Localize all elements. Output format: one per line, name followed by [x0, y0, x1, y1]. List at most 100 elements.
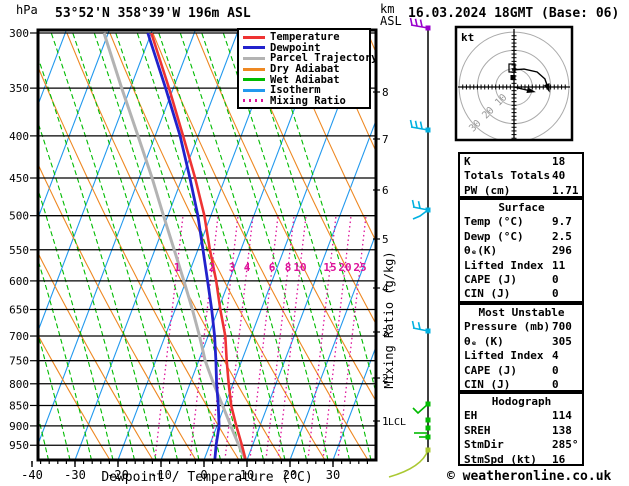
legend-swatch-solid	[243, 67, 265, 71]
svg-text:300: 300	[9, 27, 29, 40]
svg-text:3: 3	[229, 261, 236, 274]
pressure-unit-label: hPa	[16, 3, 38, 17]
legend-item: Mixing Ratio	[243, 96, 369, 107]
stats-row: Dewp (°C) 2.5	[464, 230, 579, 244]
stats-value: 700	[552, 320, 572, 334]
stats-value: 9.7	[552, 215, 572, 229]
station-title: 53°52'N 358°39'W 196m ASL	[55, 6, 251, 21]
svg-text:800: 800	[9, 378, 29, 391]
pressure-tick-labels: 300 350 400 450 500 550 600 650 700 750 800 850 900 9…	[9, 27, 38, 452]
svg-text:6: 6	[269, 261, 276, 274]
parcel-trajectory-curve	[102, 32, 248, 460]
svg-text:6: 6	[382, 184, 389, 197]
legend-item: Temperature	[243, 32, 369, 43]
svg-text:4: 4	[244, 261, 251, 274]
stats-value: 114	[552, 409, 572, 423]
legend-swatch-solid	[243, 35, 265, 39]
stats-row: θₑ (K) 305	[464, 335, 579, 349]
stats-label: StmDir	[464, 438, 504, 452]
legend-swatch-solid	[243, 46, 265, 50]
stats-row: θₑ(K) 296	[464, 244, 579, 258]
stats-box: Surface Temp (°C) 9.7 Dewp (°C) 2.5 θₑ(K) 296 L…	[458, 198, 584, 303]
stats-label: CAPE (J)	[464, 363, 517, 377]
stats-box-title: Most Unstable	[478, 306, 565, 319]
stats-label: Lifted Index	[464, 349, 544, 363]
stats-label: Pressure (mb)	[464, 320, 551, 334]
stats-label: θₑ (K)	[464, 334, 504, 348]
stats-value: 16	[552, 452, 566, 466]
svg-text:10: 10	[293, 261, 306, 274]
svg-text:750: 750	[9, 355, 29, 368]
svg-text:5: 5	[382, 233, 389, 246]
stats-label: Lifted Index	[464, 258, 544, 272]
stats-value: 40	[552, 169, 566, 183]
svg-text:15: 15	[323, 261, 336, 274]
hodograph-ring-label: 10	[493, 92, 509, 108]
stats-value: 296	[552, 244, 572, 258]
hodograph-unit-label: kt	[461, 31, 474, 44]
stats-row: StmDir 285°	[464, 438, 579, 452]
copyright: © weatheronline.co.uk	[447, 469, 612, 484]
stats-row: PW (cm) 1.71	[464, 184, 579, 198]
legend-swatch-solid	[243, 78, 265, 82]
run-datetime: 16.03.2024 18GMT (Base: 06)	[408, 6, 620, 21]
stats-value: 4	[552, 349, 559, 363]
stats-label: CAPE (J)	[464, 272, 517, 286]
wind-barb-icon	[388, 447, 431, 478]
stats-label: Totals Totals	[464, 169, 551, 183]
svg-text:950: 950	[9, 439, 29, 452]
stats-box-title: Surface	[498, 201, 545, 214]
legend-item: Dry Adiabat	[243, 64, 369, 75]
stats-value: 0	[552, 272, 559, 286]
stats-box: Most Unstable Pressure (mb) 700 θₑ (K) 305 Li…	[458, 303, 584, 392]
svg-text:550: 550	[9, 244, 29, 257]
legend-swatch-dotted	[243, 99, 265, 103]
svg-text:2: 2	[209, 261, 216, 274]
stats-row: Lifted Index 4	[464, 349, 579, 363]
mixing-ratio-labels: 1 2 3 4 6 8 10 15 20 25	[174, 261, 367, 274]
svg-text:900: 900	[9, 420, 29, 433]
svg-text:700: 700	[9, 330, 29, 343]
stats-value: 1.71	[552, 183, 579, 197]
stats-label: CIN (J)	[464, 287, 511, 301]
stats-row: CAPE (J) 0	[464, 364, 579, 378]
svg-text:8: 8	[285, 261, 292, 274]
x-axis-title: Dewpoint / Temperature (°C)	[101, 470, 312, 485]
wind-barb-icon	[425, 417, 431, 423]
svg-text:25: 25	[353, 261, 366, 274]
legend-item: Isotherm	[243, 85, 369, 96]
svg-text:30: 30	[326, 468, 340, 482]
legend-label: Dewpoint	[270, 41, 321, 54]
stats-row: CIN (J) 0	[464, 287, 579, 301]
stats-box: Hodograph EH 114 SREH 138 StmDir 285° StmSpd (k…	[458, 392, 584, 466]
stats-row: CIN (J) 0	[464, 378, 579, 392]
stats-row: Pressure (mb) 700	[464, 320, 579, 334]
legend: Temperature Dewpoint Parcel Trajectory Dry …	[237, 28, 377, 110]
stats-value: 11	[552, 258, 566, 272]
legend-swatch-solid	[243, 56, 265, 60]
stats-value: 0	[552, 377, 559, 391]
svg-text:-40: -40	[21, 468, 43, 482]
stats-label: PW (cm)	[464, 183, 511, 197]
lcl-label: LCL	[388, 417, 406, 428]
svg-text:650: 650	[9, 304, 29, 317]
stats-label: K	[464, 155, 471, 168]
hodograph-ring-label: 30	[467, 118, 483, 134]
mixing-ratio-axis-title: Mixing Ratio (g/kg)	[382, 251, 396, 388]
stats-row: SREH 138	[464, 424, 579, 438]
stats-value: 18	[552, 155, 566, 168]
stats-label: StmSpd (kt)	[464, 452, 537, 466]
stats-value: 305	[552, 334, 572, 348]
hodograph-ring-label: 20	[480, 105, 496, 121]
stats-row: EH 114	[464, 409, 579, 423]
stats-value: 138	[552, 423, 572, 437]
stats-label: Temp (°C)	[464, 215, 524, 229]
stats-box-title: Hodograph	[491, 395, 552, 408]
stats-value: 2.5	[552, 229, 572, 243]
svg-text:400: 400	[9, 130, 29, 143]
svg-text:7: 7	[382, 133, 389, 146]
svg-text:8: 8	[382, 86, 389, 99]
stats-value: 0	[552, 287, 559, 301]
svg-text:500: 500	[9, 210, 29, 223]
svg-text:850: 850	[9, 399, 29, 412]
